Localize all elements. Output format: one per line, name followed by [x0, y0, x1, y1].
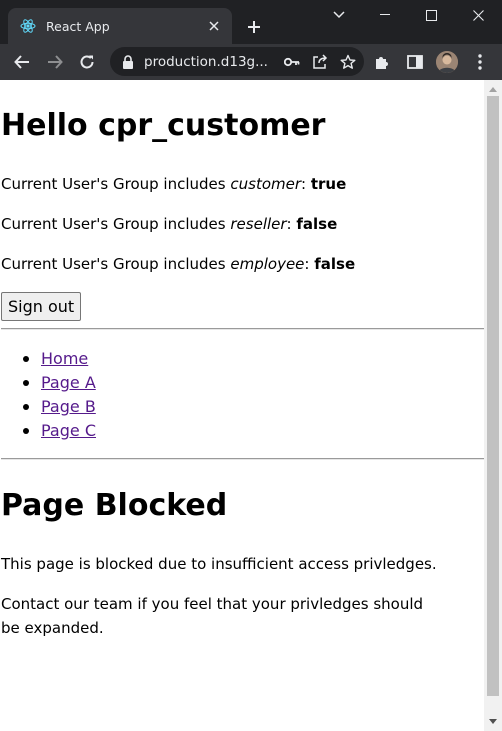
close-window-icon[interactable]: [455, 0, 501, 30]
nav-item-home: Home: [1, 348, 96, 372]
group-line-prefix: Current User's Group includes: [1, 215, 231, 233]
reload-icon[interactable]: [74, 49, 100, 75]
sign-out-button[interactable]: Sign out: [1, 292, 82, 321]
nav-link-page-b[interactable]: Page B: [41, 397, 96, 416]
group-value: false: [314, 255, 356, 273]
browser-toolbar: production.d13g...: [0, 44, 502, 80]
nav-link-home[interactable]: Home: [41, 349, 88, 368]
extensions-puzzle-icon[interactable]: [369, 49, 395, 75]
greeting-heading: Hello cpr_customer: [1, 108, 326, 143]
group-name: customer: [230, 175, 302, 193]
new-tab-icon[interactable]: [240, 13, 268, 41]
profile-avatar[interactable]: [436, 51, 458, 73]
group-line-separator: :: [286, 215, 297, 233]
tab-search-chevron-icon[interactable]: [316, 0, 362, 30]
scrollbar-thumb[interactable]: [487, 96, 499, 696]
address-bar[interactable]: production.d13g...: [110, 47, 364, 76]
nav-link-page-c[interactable]: Page C: [41, 421, 96, 440]
group-value: false: [296, 215, 338, 233]
group-line-prefix: Current User's Group includes: [1, 175, 231, 193]
menu-kebab-icon[interactable]: [467, 49, 493, 75]
scroll-up-arrow-icon[interactable]: [484, 82, 502, 96]
share-icon[interactable]: [308, 50, 332, 74]
group-line-employee: Current User's Group includes employee: …: [1, 254, 355, 274]
back-arrow-icon[interactable]: [9, 49, 35, 75]
divider-bottom: [1, 458, 484, 460]
group-line-customer: Current User's Group includes customer: …: [1, 174, 346, 194]
maximize-icon[interactable]: [408, 0, 454, 30]
nav-item-page-a: Page A: [1, 372, 96, 396]
lock-icon[interactable]: [122, 54, 136, 69]
divider-top: [1, 328, 484, 330]
group-line-reseller: Current User's Group includes reseller: …: [1, 214, 337, 234]
group-value: true: [310, 175, 347, 193]
react-logo-icon: [20, 18, 36, 34]
tab-title: React App: [46, 18, 110, 34]
nav-list: Home Page A Page B Page C: [1, 348, 96, 444]
group-name: employee: [230, 255, 305, 273]
group-line-prefix: Current User's Group includes: [1, 255, 231, 273]
page-viewport: Hello cpr_customer Current User's Group …: [0, 80, 502, 731]
key-icon[interactable]: [280, 50, 304, 74]
side-panel-icon[interactable]: [402, 49, 428, 75]
group-line-separator: :: [304, 255, 315, 273]
bookmark-star-icon[interactable]: [336, 50, 360, 74]
group-line-separator: :: [301, 175, 311, 193]
group-name: reseller: [230, 215, 287, 233]
close-tab-icon[interactable]: [204, 16, 224, 36]
blocked-message: This page is blocked due to insufficient…: [1, 555, 437, 573]
contact-message: Contact our team if you feel that your p…: [1, 595, 424, 637]
nav-item-page-b: Page B: [1, 396, 96, 420]
nav-link-page-a[interactable]: Page A: [41, 373, 96, 392]
url-text[interactable]: production.d13g...: [144, 54, 280, 70]
scroll-down-arrow-icon[interactable]: [484, 714, 502, 728]
blocked-heading: Page Blocked: [1, 488, 228, 523]
nav-item-page-c: Page C: [1, 420, 96, 444]
tab-strip: React App: [0, 0, 502, 44]
vertical-scrollbar[interactable]: [484, 80, 502, 731]
forward-arrow-icon[interactable]: [42, 49, 68, 75]
page-content: Hello cpr_customer Current User's Group …: [1, 80, 484, 731]
minimize-icon[interactable]: [362, 0, 408, 30]
browser-tab[interactable]: React App: [8, 8, 232, 44]
